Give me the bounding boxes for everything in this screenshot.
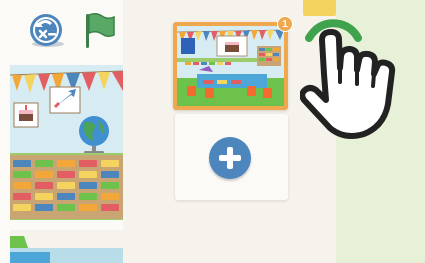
stage-floor: [10, 230, 123, 263]
storage-bin: [13, 204, 31, 211]
storage-bin: [35, 193, 53, 200]
storage-bin: [79, 160, 97, 167]
editor-app: 1: [0, 0, 336, 263]
back-button[interactable]: [28, 13, 68, 49]
classroom-scene: [10, 65, 123, 220]
add-page-button[interactable]: [209, 137, 251, 179]
storage-bin: [79, 171, 97, 178]
storage-bin: [13, 182, 31, 189]
storage-bin: [57, 193, 75, 200]
storage-bin: [57, 182, 75, 189]
rewind-x-icon: [30, 14, 64, 47]
storage-bin: [13, 160, 31, 167]
storage-bin: [35, 171, 53, 178]
corner-tab: [303, 0, 336, 16]
green-flag-icon: [86, 12, 115, 48]
storage-bin: [79, 182, 97, 189]
tap-hand-icon: [300, 19, 396, 139]
storage-bin: [13, 193, 31, 200]
page-thumbnail-scene: [177, 26, 284, 106]
storage-bin: [79, 193, 97, 200]
storage-bin: [101, 160, 119, 167]
storage-bin: [35, 182, 53, 189]
storage-bin: [57, 171, 75, 178]
page-number-badge: 1: [277, 16, 293, 32]
storage-bin: [101, 193, 119, 200]
storage-bin: [79, 204, 97, 211]
floor-scene: [10, 230, 123, 263]
page-thumbnail[interactable]: [173, 22, 288, 110]
storage-bin: [35, 204, 53, 211]
stage-preview[interactable]: [10, 65, 123, 220]
storage-bin: [13, 171, 31, 178]
storage-bin: [35, 160, 53, 167]
storage-bin: [57, 204, 75, 211]
storage-bin: [57, 160, 75, 167]
storage-bin: [101, 204, 119, 211]
storage-bin: [101, 182, 119, 189]
green-flag-button[interactable]: [83, 12, 117, 50]
storage-bin: [101, 171, 119, 178]
